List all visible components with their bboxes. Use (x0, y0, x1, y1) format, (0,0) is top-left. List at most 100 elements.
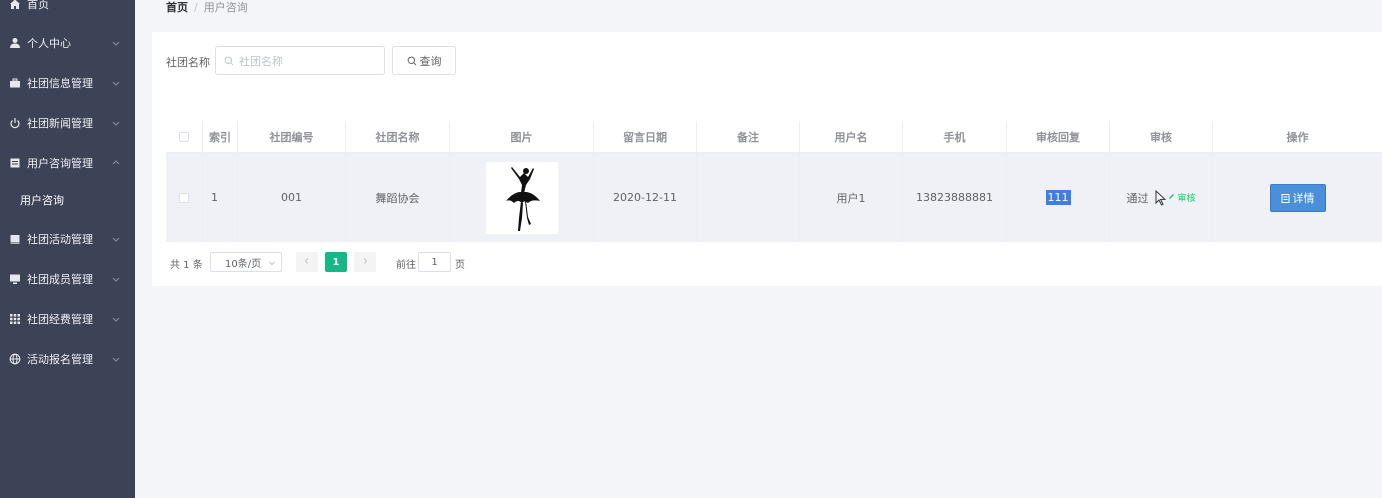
chevron-down-icon (111, 274, 121, 284)
cell-reply: 111 (1007, 153, 1110, 242)
header-cell: 留言日期 (594, 121, 697, 152)
edit-icon (1168, 193, 1175, 203)
chevron-down-icon (111, 78, 121, 88)
chevron-up-icon (111, 158, 121, 168)
audit-link[interactable]: 审核 (1168, 191, 1196, 204)
header-select-all[interactable] (166, 121, 203, 152)
header-cell: 手机 (903, 121, 1007, 152)
sidebar-item-label: 社团新闻管理 (27, 117, 93, 130)
select-all-checkbox[interactable] (179, 131, 189, 142)
status-text: 通过 (1126, 191, 1149, 205)
sidebar-item-user-consult-manage[interactable]: 用户咨询管理 (0, 143, 135, 183)
sidebar-subitem-user-consult[interactable]: 用户咨询 (0, 182, 135, 218)
sidebar: 首页 个人中心 社团信息管理 社团新闻管理 用户咨询管理 用户咨询 社团活动管理… (0, 0, 135, 498)
mouse-cursor-icon (1155, 189, 1167, 206)
briefcase-icon (9, 77, 21, 89)
search-placeholder: 社团名称 (239, 54, 283, 68)
cell-club-name: 舞蹈协会 (346, 153, 450, 242)
table-row[interactable]: 1 001 舞蹈协会 2020-12-11 用户1 13823888881 11… (166, 153, 1382, 242)
prev-page-button[interactable] (296, 252, 318, 272)
header-cell: 用户名 (800, 121, 903, 152)
breadcrumb-home[interactable]: 首页 (166, 0, 188, 15)
chevron-left-icon (303, 257, 311, 268)
sidebar-item-label: 社团成员管理 (27, 273, 93, 286)
page-suffix: 页 (455, 260, 465, 271)
sidebar-item-label: 社团经费管理 (27, 313, 93, 326)
folder-icon (9, 233, 21, 245)
cell-note (697, 153, 800, 242)
sidebar-item-club-members[interactable]: 社团成员管理 (0, 259, 135, 299)
sidebar-item-label: 个人中心 (27, 37, 71, 50)
sidebar-item-club-news[interactable]: 社团新闻管理 (0, 103, 135, 143)
sidebar-item-home[interactable]: 首页 (0, 0, 135, 24)
header-cell: 操作 (1286, 130, 1309, 144)
monitor-icon (9, 273, 21, 285)
search-icon (407, 56, 417, 66)
header-cell: 索引 (203, 121, 238, 152)
globe-icon (9, 353, 21, 365)
sidebar-item-label: 社团信息管理 (27, 77, 93, 90)
sidebar-item-profile[interactable]: 个人中心 (0, 23, 135, 63)
document-icon (9, 157, 21, 169)
content-card: 社团名称 社团名称 查询 索引 社团编号 社团名称 图片 留言日期 备注 用户名… (152, 32, 1382, 286)
header-cell: 备注 (697, 121, 800, 152)
chevron-down-icon (111, 38, 121, 48)
document-icon (1281, 193, 1290, 203)
grid-icon (9, 313, 21, 325)
chevron-right-icon (361, 257, 369, 268)
page-size-select[interactable]: 10条/页 (210, 252, 282, 272)
goto-label: 前往 (396, 260, 416, 271)
breadcrumb-separator: / (194, 0, 198, 14)
detail-button[interactable]: 详情 (1269, 183, 1326, 212)
search-icon (224, 56, 234, 66)
header-cell: 社团名称 (346, 121, 450, 152)
cell-date: 2020-12-11 (594, 153, 697, 242)
data-table: 索引 社团编号 社团名称 图片 留言日期 备注 用户名 手机 审核回复 审核 操… (166, 121, 1382, 242)
row-select[interactable] (166, 153, 203, 242)
goto-page-input[interactable]: 1 (418, 252, 451, 272)
chevron-down-icon (268, 259, 276, 267)
sidebar-item-label: 首页 (27, 0, 49, 11)
chevron-down-icon (111, 234, 121, 244)
sidebar-item-club-funds[interactable]: 社团经费管理 (0, 299, 135, 339)
home-icon (9, 0, 21, 10)
audit-link-label: 审核 (1177, 194, 1196, 204)
chevron-down-icon (111, 314, 121, 324)
sidebar-item-club-activity[interactable]: 社团活动管理 (0, 219, 135, 259)
ballet-dancer-image (485, 161, 558, 234)
row-checkbox[interactable] (179, 192, 189, 203)
header-cell: 社团编号 (238, 121, 346, 152)
header-cell: 图片 (450, 121, 594, 152)
cell-club-id: 001 (238, 153, 346, 242)
breadcrumb-current: 用户咨询 (203, 1, 248, 14)
sidebar-item-label: 社团活动管理 (27, 233, 93, 246)
chevron-down-icon (111, 118, 121, 128)
sidebar-item-activity-signup[interactable]: 活动报名管理 (0, 339, 135, 379)
page-size-value: 10条/页 (225, 258, 262, 270)
table-header: 索引 社团编号 社团名称 图片 留言日期 备注 用户名 手机 审核回复 审核 操… (166, 121, 1382, 153)
search-button[interactable]: 查询 (392, 46, 456, 75)
cell-actions: 详情 (1213, 153, 1382, 242)
cell-phone: 13823888881 (903, 153, 1007, 242)
cell-image (450, 153, 594, 242)
reply-text-selected: 111 (1045, 190, 1071, 205)
sidebar-subitem-label: 用户咨询 (20, 194, 64, 207)
chevron-down-icon (111, 354, 121, 364)
next-page-button[interactable] (354, 252, 376, 272)
search-label: 社团名称 (166, 56, 210, 69)
breadcrumb: 首页 / 用户咨询 (166, 0, 248, 15)
cell-index: 1 (203, 153, 238, 242)
page-number-current[interactable]: 1 (325, 252, 347, 272)
sidebar-item-label: 用户咨询管理 (27, 157, 93, 170)
cell-username: 用户1 (800, 153, 903, 242)
header-cell: 审核 (1110, 121, 1213, 152)
user-icon (9, 37, 21, 49)
search-button-label: 查询 (419, 54, 442, 68)
search-input[interactable]: 社团名称 (215, 46, 385, 75)
sidebar-item-club-info[interactable]: 社团信息管理 (0, 63, 135, 103)
power-icon (9, 117, 21, 129)
header-cell: 审核回复 (1007, 121, 1110, 152)
pagination-total: 共 1 条 (170, 260, 203, 271)
sidebar-item-label: 活动报名管理 (27, 353, 93, 366)
detail-button-label: 详情 (1292, 191, 1315, 205)
